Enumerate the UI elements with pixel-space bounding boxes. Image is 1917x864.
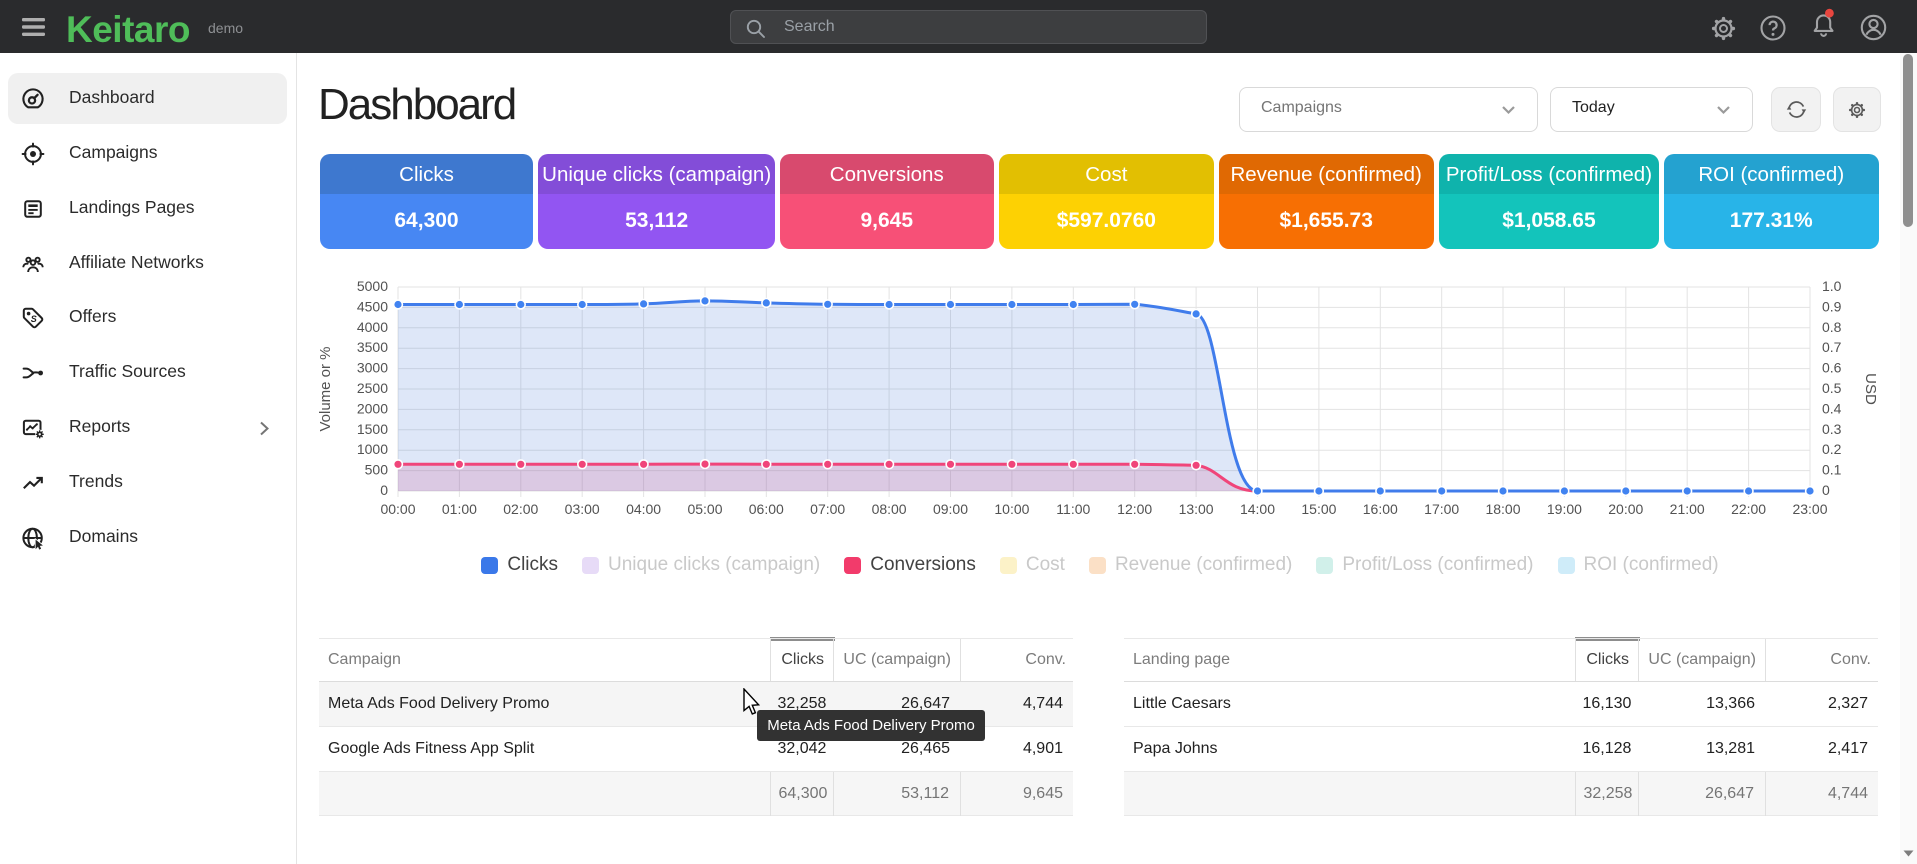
svg-text:03:00: 03:00: [565, 501, 600, 517]
svg-text:USD: USD: [1862, 373, 1879, 405]
svg-text:3500: 3500: [357, 339, 388, 355]
svg-text:08:00: 08:00: [872, 501, 907, 517]
svg-text:16:00: 16:00: [1363, 501, 1398, 517]
svg-text:09:00: 09:00: [933, 501, 968, 517]
svg-text:15:00: 15:00: [1301, 501, 1336, 517]
svg-text:0.4: 0.4: [1822, 400, 1842, 416]
svg-text:17:00: 17:00: [1424, 501, 1459, 517]
svg-text:01:00: 01:00: [442, 501, 477, 517]
svg-text:0.9: 0.9: [1822, 298, 1842, 314]
svg-text:4500: 4500: [357, 298, 388, 314]
svg-text:00:00: 00:00: [380, 501, 415, 517]
svg-text:23:00: 23:00: [1792, 501, 1827, 517]
svg-text:07:00: 07:00: [810, 501, 845, 517]
svg-text:0.7: 0.7: [1822, 339, 1842, 355]
svg-text:11:00: 11:00: [1056, 501, 1090, 517]
svg-text:0: 0: [380, 482, 388, 498]
svg-text:1000: 1000: [357, 441, 388, 457]
svg-text:1500: 1500: [357, 421, 388, 437]
svg-text:18:00: 18:00: [1485, 501, 1520, 517]
svg-text:02:00: 02:00: [503, 501, 538, 517]
svg-text:3000: 3000: [357, 360, 388, 376]
svg-text:12:00: 12:00: [1117, 501, 1152, 517]
svg-text:13:00: 13:00: [1179, 501, 1214, 517]
svg-text:19:00: 19:00: [1547, 501, 1582, 517]
svg-text:4000: 4000: [357, 319, 388, 335]
svg-text:05:00: 05:00: [687, 501, 722, 517]
svg-text:21:00: 21:00: [1670, 501, 1705, 517]
svg-text:04:00: 04:00: [626, 501, 661, 517]
svg-text:10:00: 10:00: [994, 501, 1029, 517]
svg-text:2000: 2000: [357, 400, 388, 416]
svg-text:0.1: 0.1: [1822, 462, 1842, 478]
svg-text:0.5: 0.5: [1822, 380, 1842, 396]
svg-text:0: 0: [1822, 482, 1830, 498]
svg-text:2500: 2500: [357, 380, 388, 396]
svg-text:0.8: 0.8: [1822, 319, 1842, 335]
svg-text:06:00: 06:00: [749, 501, 784, 517]
svg-text:20:00: 20:00: [1608, 501, 1643, 517]
svg-text:0.3: 0.3: [1822, 421, 1842, 437]
svg-text:14:00: 14:00: [1240, 501, 1275, 517]
svg-text:0.2: 0.2: [1822, 441, 1842, 457]
svg-text:0.6: 0.6: [1822, 360, 1842, 376]
svg-text:500: 500: [365, 462, 389, 478]
svg-text:Volume or %: Volume or %: [317, 346, 334, 431]
svg-text:22:00: 22:00: [1731, 501, 1766, 517]
svg-text:5000: 5000: [357, 278, 388, 294]
svg-text:1.0: 1.0: [1822, 278, 1842, 294]
